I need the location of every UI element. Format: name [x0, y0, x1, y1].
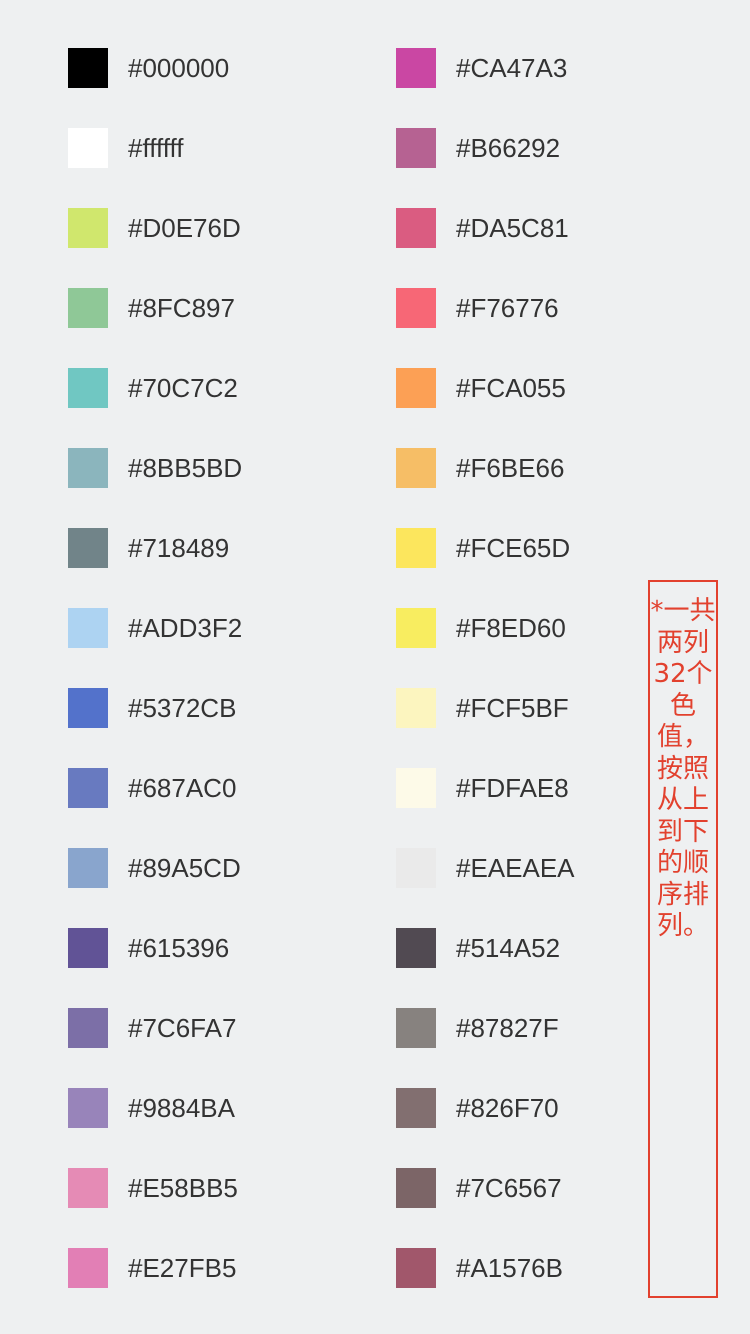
- color-row: #70C7C2: [68, 368, 368, 408]
- color-code-label: #615396: [128, 933, 230, 963]
- color-swatch: [68, 1008, 108, 1048]
- color-row: #000000: [68, 48, 368, 88]
- color-swatch: [68, 48, 108, 88]
- color-swatch: [396, 768, 436, 808]
- color-row: #FCE65D: [396, 528, 696, 568]
- color-row: #615396: [68, 928, 368, 968]
- color-code-label: #A1576B: [456, 1253, 563, 1283]
- color-swatch: [396, 208, 436, 248]
- color-code-label: #8FC897: [128, 293, 235, 323]
- color-swatch: [396, 688, 436, 728]
- color-swatch: [68, 608, 108, 648]
- color-row: #ffffff: [68, 128, 368, 168]
- color-code-label: #E58BB5: [128, 1173, 238, 1203]
- color-swatch: [396, 1088, 436, 1128]
- color-swatch: [68, 288, 108, 328]
- color-row: #7C6FA7: [68, 1008, 368, 1048]
- color-swatch: [68, 128, 108, 168]
- color-row: #F76776: [396, 288, 696, 328]
- color-swatch: [396, 528, 436, 568]
- color-row: #5372CB: [68, 688, 368, 728]
- color-swatch: [396, 288, 436, 328]
- color-code-label: #89A5CD: [128, 853, 241, 883]
- color-swatch: [396, 368, 436, 408]
- color-row: #ADD3F2: [68, 608, 368, 648]
- color-code-label: #718489: [128, 533, 230, 563]
- color-code-label: #687AC0: [128, 773, 237, 803]
- color-code-label: #ADD3F2: [128, 613, 243, 643]
- color-code-label: #9884BA: [128, 1093, 235, 1123]
- color-row: #E58BB5: [68, 1168, 368, 1208]
- color-code-label: #FDFAE8: [456, 773, 569, 803]
- color-code-label: #FCE65D: [456, 533, 571, 563]
- color-swatch: [68, 1168, 108, 1208]
- color-row: #8BB5BD: [68, 448, 368, 488]
- note-box: *一共两列32个色值，按照从上到下的顺序排列。: [648, 580, 718, 1298]
- color-row: #687AC0: [68, 768, 368, 808]
- color-code-label: #E27FB5: [128, 1253, 237, 1283]
- color-swatch: [68, 688, 108, 728]
- color-code-label: #FCF5BF: [456, 693, 569, 723]
- color-code-label: #5372CB: [128, 693, 237, 723]
- color-swatch: [68, 928, 108, 968]
- color-code-label: #000000: [128, 53, 230, 83]
- color-row: #9884BA: [68, 1088, 368, 1128]
- color-swatch: [68, 848, 108, 888]
- color-code-label: #FCA055: [456, 373, 566, 403]
- color-swatch: [396, 608, 436, 648]
- color-code-label: #F76776: [456, 293, 559, 323]
- color-swatch: [396, 48, 436, 88]
- color-swatch: [68, 208, 108, 248]
- color-code-label: #F8ED60: [456, 613, 566, 643]
- color-swatch: [396, 1248, 436, 1288]
- color-swatch: [396, 128, 436, 168]
- color-row: #D0E76D: [68, 208, 368, 248]
- color-swatch: [68, 528, 108, 568]
- color-code-label: #D0E76D: [128, 213, 241, 243]
- color-swatch: [396, 448, 436, 488]
- color-code-label: #7C6567: [456, 1173, 562, 1203]
- color-row: #FCA055: [396, 368, 696, 408]
- color-code-label: #826F70: [456, 1093, 559, 1123]
- color-code-label: #EAEAEA: [456, 853, 575, 883]
- color-code-label: #F6BE66: [456, 453, 565, 483]
- color-code-label: #8BB5BD: [128, 453, 243, 483]
- color-code-label: #70C7C2: [128, 373, 238, 403]
- color-row: #E27FB5: [68, 1248, 368, 1288]
- color-code-label: #ffffff: [128, 133, 184, 163]
- color-row: #718489: [68, 528, 368, 568]
- color-swatch: [396, 1008, 436, 1048]
- color-swatch: [396, 848, 436, 888]
- color-swatch: [68, 448, 108, 488]
- color-code-label: #7C6FA7: [128, 1013, 237, 1043]
- color-code-label: #87827F: [456, 1013, 559, 1043]
- color-swatch: [396, 928, 436, 968]
- color-row: #8FC897: [68, 288, 368, 328]
- color-swatch: [68, 1088, 108, 1128]
- color-code-label: #514A52: [456, 933, 561, 963]
- color-row: #89A5CD: [68, 848, 368, 888]
- color-row: #B66292: [396, 128, 696, 168]
- color-row: #F6BE66: [396, 448, 696, 488]
- color-swatch: [68, 768, 108, 808]
- color-code-label: #DA5C81: [456, 213, 569, 243]
- color-swatch: [396, 1168, 436, 1208]
- color-swatch: [68, 368, 108, 408]
- color-code-label: #B66292: [456, 133, 561, 163]
- color-row: #CA47A3: [396, 48, 696, 88]
- color-swatch: [68, 1248, 108, 1288]
- color-row: #DA5C81: [396, 208, 696, 248]
- note-text: *一共两列32个色值，按照从上到下的顺序排列。: [650, 596, 716, 941]
- color-code-label: #CA47A3: [456, 53, 568, 83]
